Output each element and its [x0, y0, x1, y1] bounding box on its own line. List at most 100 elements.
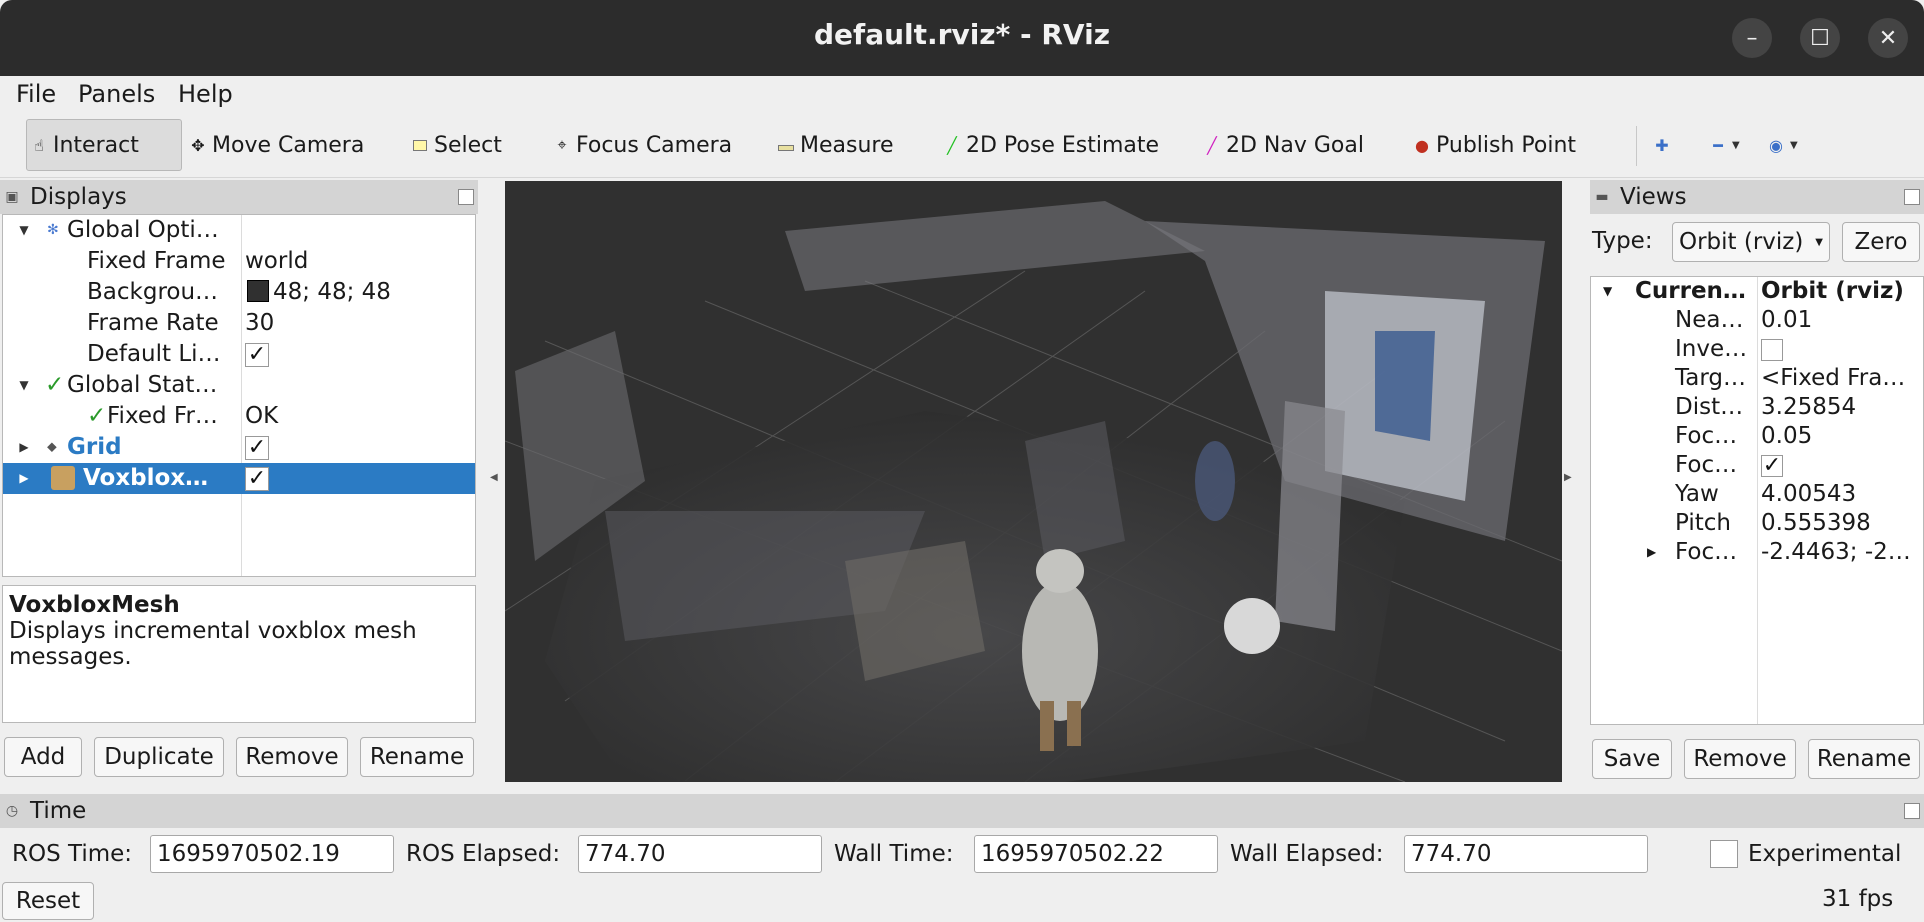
remove-tool-button[interactable]: ━ ▼: [1706, 119, 1744, 171]
add-tool-button[interactable]: ✚: [1650, 119, 1674, 171]
focal-fixed-checkbox[interactable]: ✓: [1761, 454, 1783, 477]
displays-title: Displays: [30, 184, 127, 210]
nav-goal-tool[interactable]: ╱ 2D Nav Goal: [1200, 119, 1368, 171]
expand-arrow-icon[interactable]: ▼: [1603, 277, 1612, 306]
default-light-checkbox[interactable]: ✓: [245, 342, 269, 367]
row-value[interactable]: 3.25854: [1761, 393, 1856, 422]
time-panel-header: ◷ Time: [0, 794, 1924, 828]
row-value: Orbit (rviz): [1761, 278, 1904, 304]
collapse-arrow-icon[interactable]: ▶: [15, 463, 33, 494]
views-row-focal-point[interactable]: ▶ Foc… -2.4463; -2…: [1591, 538, 1923, 567]
row-value[interactable]: 0.01: [1761, 306, 1812, 335]
rename-view-button[interactable]: Rename: [1808, 739, 1920, 779]
ros-elapsed-label: ROS Elapsed:: [406, 841, 561, 867]
wall-time-field[interactable]: 1695970502.22: [974, 835, 1218, 873]
views-row-distance[interactable]: Dist… 3.25854: [1591, 393, 1923, 422]
row-label: Yaw: [1675, 481, 1719, 507]
select-tool[interactable]: Select: [408, 119, 506, 171]
interact-tool[interactable]: ☝ Interact: [26, 119, 182, 171]
title-bar: default.rviz* - RViz – ☐ ✕: [0, 0, 1924, 76]
displays-panel-header: ▣ Displays: [0, 180, 478, 214]
row-value[interactable]: 0.05: [1761, 422, 1812, 451]
focus-camera-tool[interactable]: ⌖ Focus Camera: [550, 119, 736, 171]
menu-file[interactable]: File: [16, 80, 56, 108]
views-row-focal-shape-size[interactable]: Foc… 0.05: [1591, 422, 1923, 451]
views-row-invert[interactable]: Inve…: [1591, 335, 1923, 364]
view-type-label: Type:: [1592, 228, 1653, 254]
tree-row-default-light[interactable]: Default Li… ✓: [3, 339, 475, 370]
ros-time-field[interactable]: 1695970502.19: [150, 835, 394, 873]
map-pin-icon: ●: [1415, 135, 1429, 155]
invert-checkbox[interactable]: [1761, 338, 1783, 361]
minimize-button[interactable]: –: [1732, 18, 1772, 58]
expand-arrow-icon[interactable]: ▼: [15, 370, 33, 401]
menu-panels[interactable]: Panels: [78, 80, 155, 108]
splitter-right-arrow-icon[interactable]: ▶: [1564, 472, 1572, 483]
interact-label: Interact: [53, 132, 139, 158]
views-row-yaw[interactable]: Yaw 4.00543: [1591, 480, 1923, 509]
tree-row-frame-rate[interactable]: Frame Rate 30: [3, 308, 475, 339]
maximize-button[interactable]: ☐: [1800, 18, 1840, 58]
row-value[interactable]: world: [245, 246, 308, 277]
views-row-focal-shape-fixed[interactable]: Foc… ✓: [1591, 451, 1923, 480]
menu-help[interactable]: Help: [178, 80, 233, 108]
views-row-target-frame[interactable]: Targ… <Fixed Fra…: [1591, 364, 1923, 393]
row-value[interactable]: 0.555398: [1761, 509, 1871, 538]
rename-display-button[interactable]: Rename: [360, 737, 474, 777]
tree-row-fixed-frame[interactable]: Fixed Frame world: [3, 246, 475, 277]
pose-estimate-tool[interactable]: ╱ 2D Pose Estimate: [940, 119, 1163, 171]
tool-properties-button[interactable]: ◉ ▼: [1764, 119, 1802, 171]
splitter-left-arrow-icon[interactable]: ◀: [490, 472, 498, 483]
nav-goal-label: 2D Nav Goal: [1226, 132, 1364, 158]
minimize-icon: –: [1746, 25, 1758, 51]
tree-row-fixed-frame-status[interactable]: ✓ Fixed Fr… OK: [3, 401, 475, 432]
views-row-pitch[interactable]: Pitch 0.555398: [1591, 509, 1923, 538]
publish-point-tool[interactable]: ● Publish Point: [1410, 119, 1580, 171]
remove-view-button[interactable]: Remove: [1684, 739, 1796, 779]
tree-row-background[interactable]: Backgrou… 48; 48; 48: [3, 277, 475, 308]
row-value[interactable]: -2.4463; -2…: [1761, 538, 1911, 567]
checkmark-icon: ✓: [45, 372, 65, 398]
reset-button[interactable]: Reset: [2, 882, 94, 920]
remove-display-button[interactable]: Remove: [236, 737, 348, 777]
tree-row-global-status[interactable]: ▼ ✓ Global Stat…: [3, 370, 475, 401]
tree-row-global-options[interactable]: ▼ ✻ Global Opti…: [3, 215, 475, 246]
panel-close-checkbox[interactable]: [1904, 803, 1920, 819]
fps-readout: 31 fps: [1822, 886, 1894, 912]
row-label: Fixed Frame: [87, 248, 226, 274]
move-camera-tool[interactable]: ✥ Move Camera: [186, 119, 368, 171]
panel-close-checkbox[interactable]: [458, 189, 474, 205]
save-view-button[interactable]: Save: [1592, 739, 1672, 779]
row-value[interactable]: <Fixed Fra…: [1761, 364, 1905, 393]
view-type-select[interactable]: Orbit (rviz) ▼: [1672, 222, 1830, 262]
row-label: Pitch: [1675, 510, 1731, 536]
collapse-arrow-icon[interactable]: ▶: [1647, 538, 1656, 567]
tree-row-grid[interactable]: ▶ ⬥ Grid ✓: [3, 432, 475, 463]
zero-button[interactable]: Zero: [1842, 222, 1920, 262]
collapse-arrow-icon[interactable]: ▶: [15, 432, 33, 463]
row-value[interactable]: 30: [245, 308, 274, 339]
voxblox-checkbox[interactable]: ✓: [245, 466, 269, 491]
eye-icon: ◉: [1769, 135, 1783, 155]
panel-close-checkbox[interactable]: [1904, 189, 1920, 205]
row-value: OK: [245, 403, 279, 429]
wall-elapsed-field[interactable]: 774.70: [1404, 835, 1648, 873]
duplicate-display-button[interactable]: Duplicate: [94, 737, 224, 777]
experimental-checkbox[interactable]: [1710, 840, 1738, 868]
render-viewport[interactable]: [505, 181, 1562, 782]
ros-elapsed-field[interactable]: 774.70: [578, 835, 822, 873]
row-value[interactable]: 4.00543: [1761, 480, 1856, 509]
measure-tool[interactable]: Measure: [774, 119, 898, 171]
grid-checkbox[interactable]: ✓: [245, 435, 269, 460]
pose-estimate-label: 2D Pose Estimate: [966, 132, 1160, 158]
views-title: Views: [1620, 184, 1687, 210]
color-swatch[interactable]: [247, 280, 269, 302]
row-label: Backgrou…: [87, 279, 219, 305]
row-value[interactable]: 48; 48; 48: [273, 279, 391, 305]
expand-arrow-icon[interactable]: ▼: [15, 215, 33, 246]
views-row-near-clip[interactable]: Nea… 0.01: [1591, 306, 1923, 335]
add-display-button[interactable]: Add: [4, 737, 82, 777]
tree-row-voxblox[interactable]: ▶ Voxblox… ✓: [3, 463, 475, 494]
close-window-button[interactable]: ✕: [1868, 18, 1908, 58]
views-row-current[interactable]: ▼ Curren… Orbit (rviz): [1591, 277, 1923, 306]
